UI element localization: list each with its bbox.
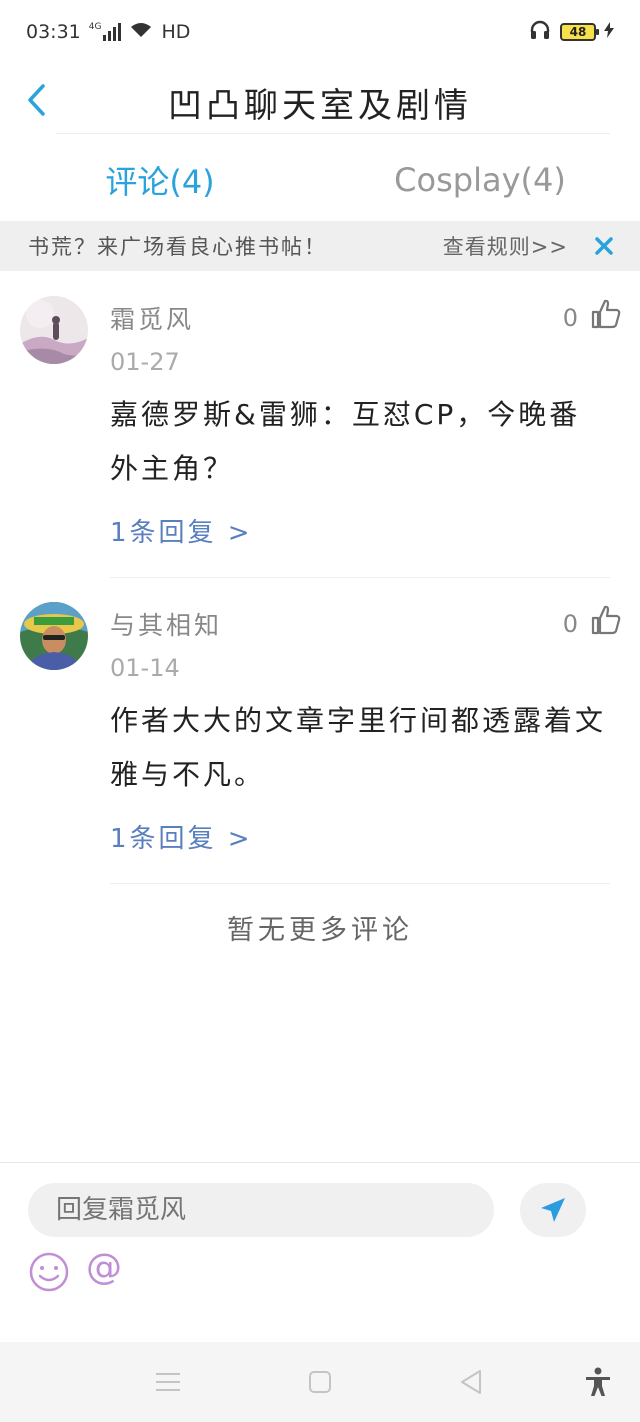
reply-input[interactable] (28, 1183, 494, 1237)
avatar[interactable] (20, 296, 88, 364)
home-icon[interactable] (304, 1366, 336, 1398)
signal-icon: 4G (89, 23, 122, 41)
title-divider (56, 133, 610, 134)
avatar[interactable] (20, 602, 88, 670)
status-right: 48 (528, 18, 614, 46)
close-button[interactable] (592, 234, 616, 258)
send-icon (541, 1198, 565, 1222)
tab-bar: 评论(4) Cosplay(4) (0, 140, 640, 220)
like-count: 0 (562, 304, 578, 332)
thumbs-up-icon[interactable] (590, 604, 622, 636)
title-bar: 凹凸聊天室及剧情 (0, 64, 640, 136)
wifi-icon (129, 21, 153, 44)
notice-text: 书荒？来广场看良心推书帖！ (28, 235, 327, 259)
like-count: 0 (562, 610, 578, 638)
tab-cosplay[interactable]: Cosplay(4) (320, 140, 640, 220)
status-bar: 03:31 4G HD 48 (0, 0, 640, 64)
comment-username[interactable]: 与其相知 (110, 606, 222, 642)
no-more-comments: 暂无更多评论 (227, 915, 413, 946)
tab-comments[interactable]: 评论(4) (0, 140, 320, 220)
comment-username[interactable]: 霜觅风 (110, 300, 194, 336)
hd-label: HD (161, 21, 191, 43)
view-rules-link[interactable]: 查看规则>> (443, 231, 568, 261)
menu-icon[interactable] (152, 1366, 184, 1398)
comment-item: 霜觅风 01-27 0 嘉德罗斯&雷狮：互怼CP，今晚番外主角？ 1条回复 > (0, 272, 640, 578)
comment-item: 与其相知 01-14 0 作者大大的文章字里行间都透露着文雅与不凡。 1条回复 … (0, 578, 640, 884)
view-replies-link[interactable]: 1条回复 > (110, 512, 253, 549)
accessibility-icon[interactable] (582, 1366, 614, 1398)
system-nav-bar (0, 1342, 640, 1422)
notice-banner: 书荒？来广场看良心推书帖！ 查看规则>> (0, 221, 640, 271)
charging-icon (604, 22, 614, 42)
battery-level: 48 (569, 25, 587, 39)
page-title: 凹凸聊天室及剧情 (168, 86, 472, 126)
thumbs-up-icon[interactable] (590, 298, 622, 330)
battery-icon: 48 (560, 23, 599, 41)
status-time: 03:31 (26, 21, 81, 43)
close-icon (595, 237, 613, 255)
reply-bar: @ (0, 1162, 640, 1342)
view-replies-link[interactable]: 1条回复 > (110, 818, 253, 855)
headphones-icon (528, 18, 552, 46)
comment-divider (110, 883, 610, 884)
back-triangle-icon[interactable] (456, 1366, 488, 1398)
send-button[interactable] (520, 1183, 586, 1237)
emoji-icon[interactable] (28, 1251, 70, 1293)
comment-text: 嘉德罗斯&雷狮：互怼CP，今晚番外主角？ (110, 398, 581, 485)
network-label: 4G (88, 22, 102, 32)
comment-date: 01-14 (110, 654, 180, 682)
comment-text: 作者大大的文章字里行间都透露着文雅与不凡。 (110, 704, 607, 791)
mention-icon[interactable]: @ (86, 1247, 122, 1288)
status-left: 03:31 4G HD (26, 21, 190, 44)
comment-date: 01-27 (110, 348, 180, 376)
